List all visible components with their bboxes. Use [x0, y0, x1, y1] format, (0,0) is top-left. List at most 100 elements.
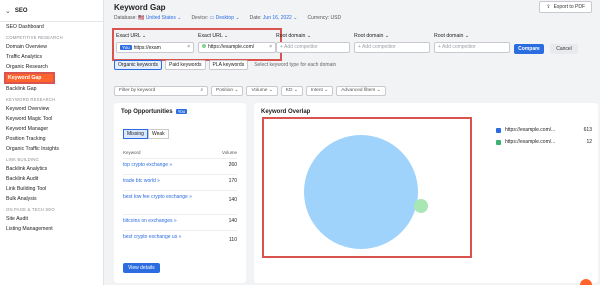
- clear-icon[interactable]: ×: [269, 43, 272, 52]
- sidebar-item-backlink-analytics[interactable]: Backlink Analytics: [0, 164, 103, 174]
- keyword-link[interactable]: trade btc world »: [123, 178, 208, 184]
- main-content: Keyword Gap ⇪ Export to PDF Database: 🇺🇸…: [104, 0, 600, 285]
- tab-pla-keywords[interactable]: PLA keywords: [208, 60, 249, 70]
- keyword-link[interactable]: best low fee crypto exchange »: [123, 194, 208, 200]
- sidebar-item-keyword-manager[interactable]: Keyword Manager: [0, 124, 103, 134]
- sidebar-item-site-audit[interactable]: Site Audit: [0, 214, 103, 224]
- legend-item[interactable]: https://example.com/... 613: [496, 127, 592, 133]
- sidebar-menu: SEO Dashboard COMPETITIVE RESEARCH Domain …: [0, 22, 103, 234]
- view-details-button[interactable]: View details: [123, 263, 160, 273]
- legend-item[interactable]: https://example.com/... 12: [496, 139, 592, 145]
- table-row: best low fee crypto exchange » 140: [123, 190, 237, 212]
- sidebar-item-bulk-analysis[interactable]: Bulk Analysis: [0, 194, 103, 204]
- domain-input-competitor-4[interactable]: + Add competitor: [434, 42, 510, 53]
- toggle-weak[interactable]: Weak: [147, 129, 169, 139]
- export-pdf-label: Export to PDF: [553, 3, 585, 10]
- domain-input-competitor-2[interactable]: + Add competitor: [276, 42, 350, 53]
- sidebar: ⌄ SEO SEO Dashboard COMPETITIVE RESEARCH D…: [0, 0, 104, 285]
- volume-value: 170: [228, 178, 237, 184]
- sidebar-item-backlink-gap[interactable]: Backlink Gap: [0, 84, 103, 94]
- sidebar-item-organic-traffic-insights[interactable]: Organic Traffic Insights: [0, 144, 103, 154]
- you-badge: You: [175, 109, 188, 114]
- domain-type-selector-3[interactable]: Root domain ⌄: [276, 33, 311, 39]
- volume-value: 140: [228, 197, 237, 203]
- advanced-filters[interactable]: Advanced filters ⌄: [336, 86, 386, 96]
- top-opportunities-title: Top Opportunities You: [121, 109, 188, 115]
- desktop-icon: ▭: [209, 15, 215, 21]
- currency-label: Currency: USD: [307, 15, 342, 21]
- chevron-down-icon[interactable]: ⌄: [5, 7, 11, 15]
- sidebar-section-heading: ON PAGE & TECH SEO: [6, 207, 55, 212]
- sidebar-app-label: SEO: [14, 7, 28, 14]
- keyword-link[interactable]: best crypto exchange us »: [123, 234, 208, 240]
- domain-type-selector-1[interactable]: Exact URL ⌄: [116, 33, 146, 39]
- checkbox-icon[interactable]: [496, 127, 501, 133]
- sidebar-section-heading: KEYWORD RESEARCH: [6, 97, 56, 102]
- venn-circle-competitor[interactable]: [414, 199, 428, 213]
- page-title: Keyword Gap: [114, 3, 166, 12]
- sidebar-section-heading: COMPETITIVE RESEARCH: [6, 35, 63, 40]
- top-opportunities-card: Top Opportunities You Missing Weak Keywor…: [114, 103, 246, 283]
- sidebar-item-backlink-audit[interactable]: Backlink Audit: [0, 174, 103, 184]
- venn-circle-you[interactable]: [304, 135, 418, 249]
- keyword-link[interactable]: top crypto exchange »: [123, 162, 208, 168]
- sidebar-header[interactable]: ⌄ SEO: [0, 0, 103, 22]
- sidebar-item-listing-management[interactable]: Listing Management: [0, 224, 103, 234]
- domain-input-competitor-3[interactable]: + Add competitor: [354, 42, 430, 53]
- intent-filter[interactable]: Intent ⌄: [305, 86, 334, 96]
- report-settings: Database: 🇺🇸 United States ⌄ Device: ▭ D…: [114, 15, 341, 21]
- missing-weak-toggle: Missing Weak: [123, 129, 169, 139]
- volume-value: 260: [228, 162, 237, 168]
- search-icon: ⌕: [200, 88, 203, 93]
- compare-button[interactable]: Compare: [514, 44, 544, 54]
- toggle-missing[interactable]: Missing: [123, 129, 148, 139]
- you-badge: You: [120, 45, 132, 50]
- domain-input-competitor-1[interactable]: https://example.com/ ×: [198, 42, 276, 53]
- clear-icon[interactable]: ×: [187, 43, 190, 52]
- cancel-button[interactable]: Cancel: [550, 44, 578, 54]
- flag-icon: 🇺🇸: [138, 15, 145, 21]
- sidebar-item-keyword-magic-tool[interactable]: Keyword Magic Tool: [0, 114, 103, 124]
- highlight-frame: [262, 117, 472, 258]
- tab-organic-keywords[interactable]: Organic keywords: [114, 60, 163, 70]
- domain-input-you[interactable]: You https://exam ×: [116, 42, 194, 53]
- col-keyword: Keyword: [123, 150, 141, 155]
- sidebar-item-keyword-overview[interactable]: Keyword Overview: [0, 104, 103, 114]
- volume-value: 140: [228, 218, 237, 224]
- date-selector[interactable]: Date: Jun 16, 2022 ⌄: [250, 15, 298, 21]
- keyword-filter-input[interactable]: Filter by keyword ⌕: [114, 86, 208, 96]
- domain-type-selector-4[interactable]: Root domain ⌄: [354, 33, 389, 39]
- keyword-type-hint: Select keyword type for each domain: [254, 62, 337, 68]
- device-selector[interactable]: Device: ▭ Desktop ⌄: [191, 15, 239, 21]
- sidebar-item-traffic-analytics[interactable]: Traffic Analytics: [0, 52, 103, 62]
- keyword-link[interactable]: bitcoins on exchanges »: [123, 218, 208, 224]
- domain-type-selector-5[interactable]: Root domain ⌄: [434, 33, 469, 39]
- volume-value: 110: [229, 237, 237, 243]
- keyword-filters: Filter by keyword ⌕ Position ⌄ Volume ⌄ …: [114, 86, 386, 96]
- sidebar-section-heading: LINK BUILDING: [6, 157, 39, 162]
- sidebar-item-position-tracking[interactable]: Position Tracking: [0, 134, 103, 144]
- keyword-overlap-title: Keyword Overlap: [261, 109, 311, 115]
- keyword-overlap-card: Keyword Overlap https://example.com/... …: [254, 103, 598, 283]
- sidebar-item-organic-research[interactable]: Organic Research: [0, 62, 103, 72]
- sidebar-item-keyword-gap[interactable]: Keyword Gap: [4, 72, 55, 84]
- chat-widget-button[interactable]: [580, 279, 592, 285]
- kd-filter[interactable]: KD ⌄: [280, 86, 303, 96]
- sidebar-item-link-building-tool[interactable]: Link Building Tool: [0, 184, 103, 194]
- upload-icon: ⇪: [546, 3, 551, 10]
- checkbox-icon[interactable]: [496, 139, 501, 145]
- table-row: top crypto exchange » 260: [123, 158, 237, 172]
- keyword-type-tabs: Organic keywords Paid keywords PLA keywo…: [114, 60, 336, 70]
- position-filter[interactable]: Position ⌄: [211, 86, 244, 96]
- volume-filter[interactable]: Volume ⌄: [246, 86, 278, 96]
- database-selector[interactable]: Database: 🇺🇸 United States ⌄: [114, 15, 181, 21]
- competitor-color-icon: [202, 44, 206, 48]
- table-row: trade btc world » 170: [123, 174, 237, 188]
- domain-type-selector-2[interactable]: Exact URL ⌄: [198, 33, 228, 39]
- sidebar-item-seo-dashboard[interactable]: SEO Dashboard: [0, 22, 103, 32]
- col-volume: Volume: [221, 150, 237, 155]
- sidebar-item-domain-overview[interactable]: Domain Overview: [0, 42, 103, 52]
- table-row: bitcoins on exchanges » 140: [123, 214, 237, 228]
- export-pdf-button[interactable]: ⇪ Export to PDF: [539, 1, 592, 13]
- tab-paid-keywords[interactable]: Paid keywords: [165, 60, 206, 70]
